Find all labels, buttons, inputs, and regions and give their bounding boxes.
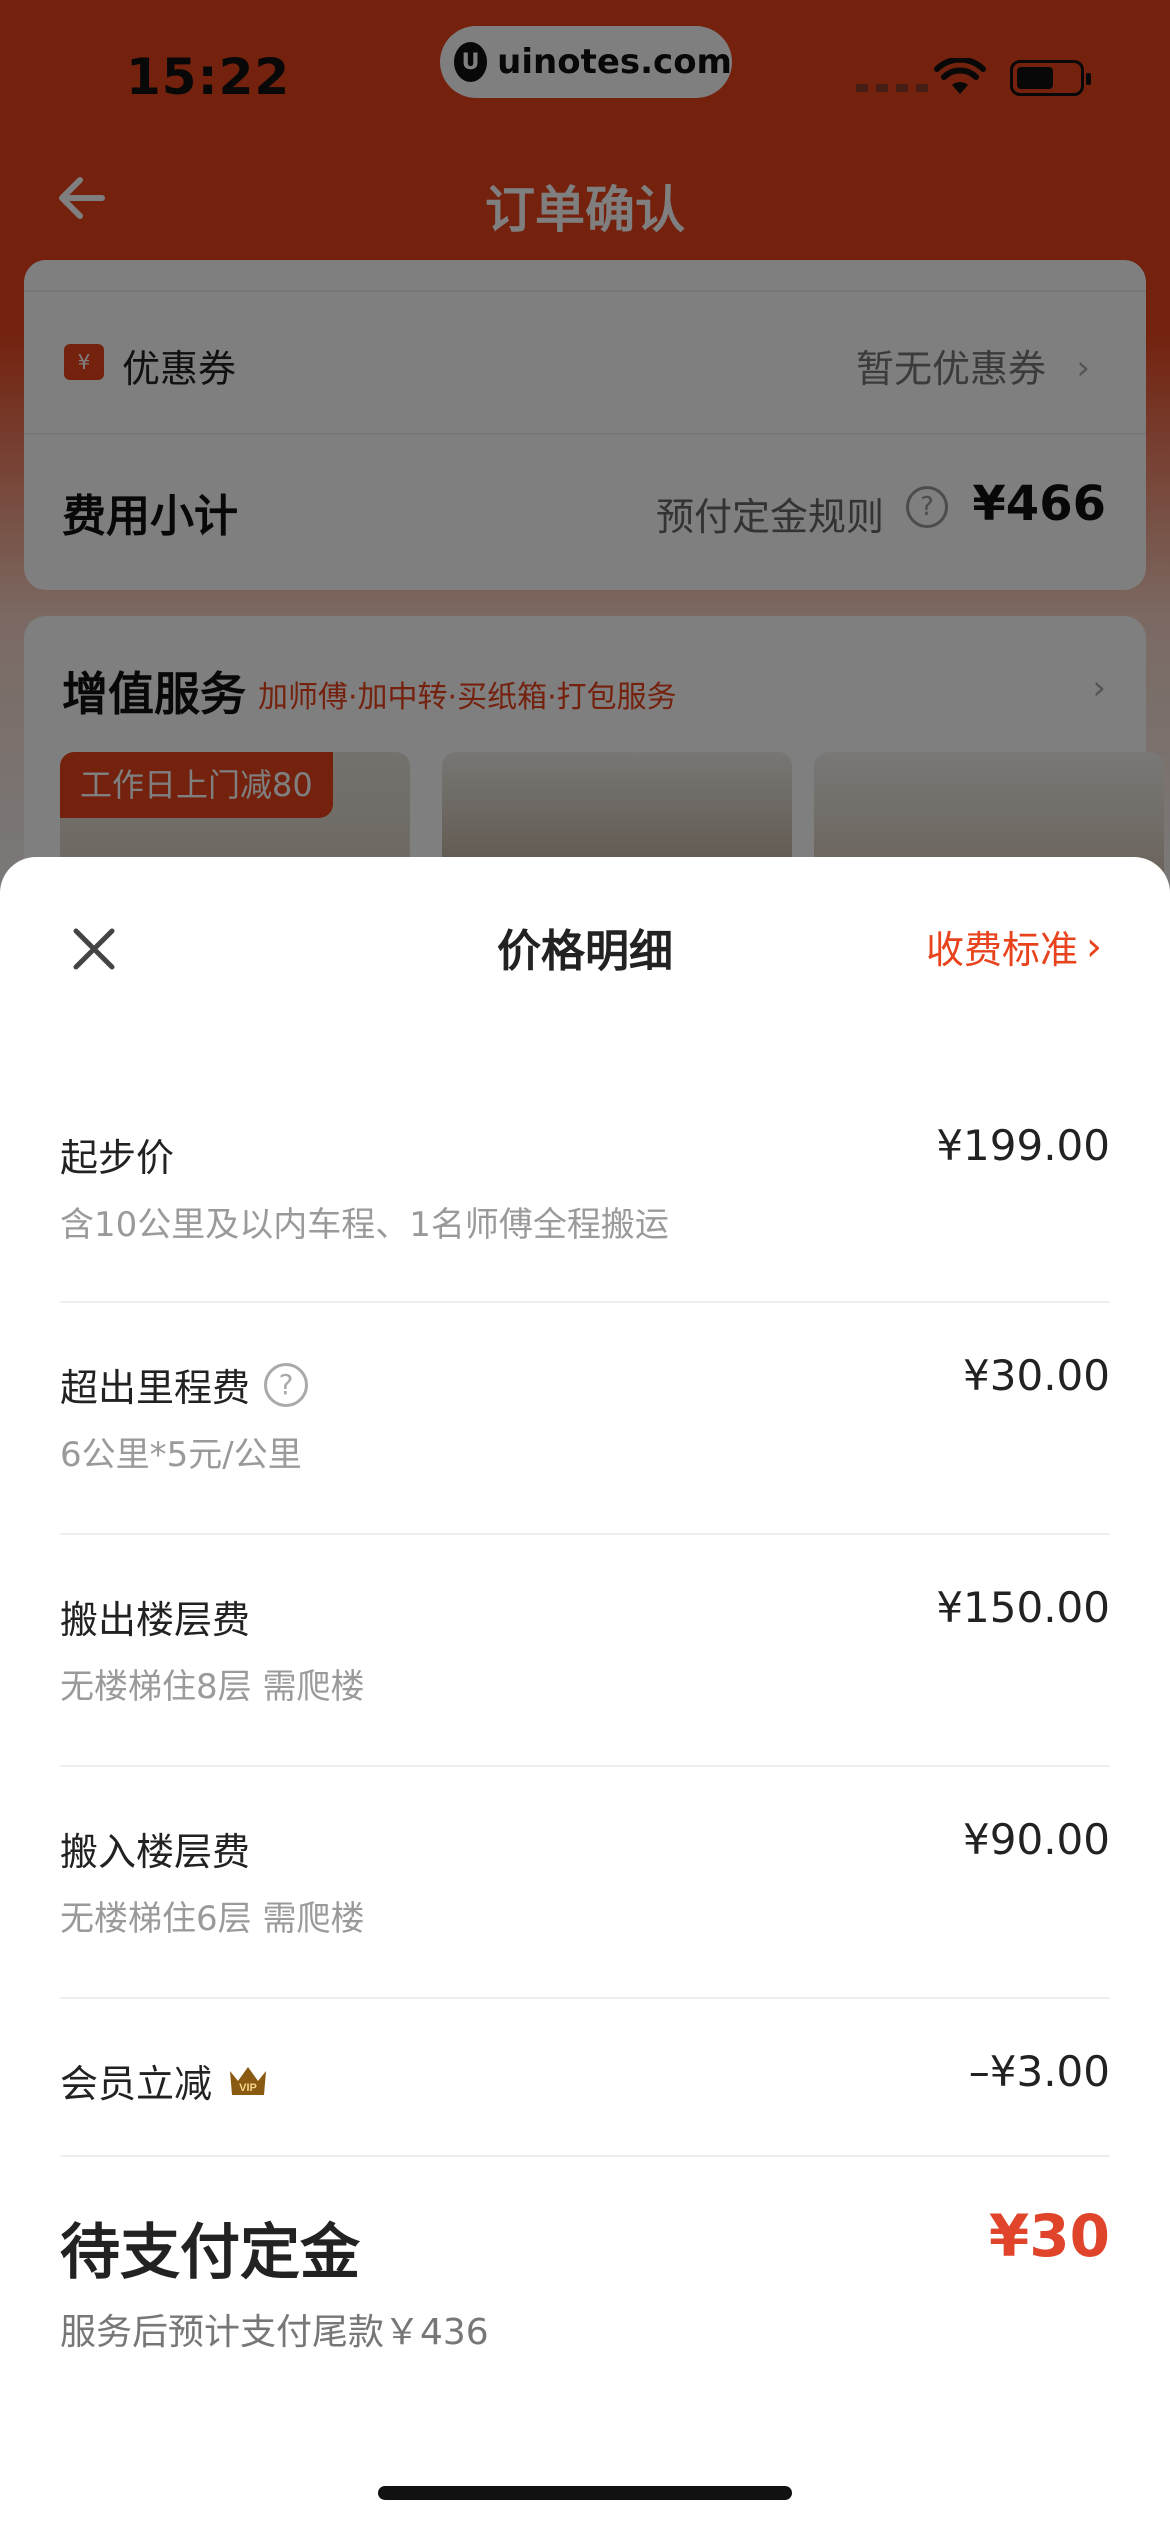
fee-desc: 无楼梯住8层 需爬楼 — [60, 1667, 365, 1707]
fee-name: 起步价 — [60, 1136, 175, 1180]
fee-desc: 无楼梯住6层 需爬楼 — [60, 1899, 365, 1939]
fee-desc: 含10公里及以内车程、1名师傅全程搬运 — [60, 1205, 669, 1245]
fee-amount: –¥3.00 — [968, 2047, 1110, 2096]
fee-row-carry-out-floor: 搬出楼层费 无楼梯住8层 需爬楼 ¥150.00 — [60, 1583, 1110, 1767]
help-icon[interactable]: ? — [264, 1362, 309, 1407]
fee-name: 会员立减 VIP — [60, 2053, 270, 2108]
svg-text:VIP: VIP — [239, 2082, 257, 2094]
home-indicator — [378, 2486, 792, 2500]
pricing-standard-link[interactable]: 收费标准 › — [926, 919, 1102, 974]
fee-amount: ¥30.00 — [963, 1351, 1110, 1400]
deposit-amount: ¥30 — [988, 2202, 1110, 2270]
fee-row-carry-in-floor: 搬入楼层费 无楼梯住6层 需爬楼 ¥90.00 — [60, 1815, 1110, 1999]
fee-row-extra-mileage: 超出里程费 ? 6公里*5元/公里 ¥30.00 — [60, 1351, 1110, 1535]
fee-desc: 6公里*5元/公里 — [60, 1435, 302, 1475]
chevron-right-icon: › — [1086, 923, 1102, 970]
balance-note: 服务后预计支付尾款￥436 — [60, 2312, 489, 2353]
vip-crown-icon: VIP — [230, 2066, 267, 2095]
pricing-standard-label: 收费标准 — [925, 928, 1078, 972]
fee-name: 搬出楼层费 — [60, 1598, 251, 1642]
fee-amount: ¥90.00 — [963, 1815, 1110, 1864]
price-detail-sheet: 价格明细 收费标准 › 起步价 含10公里及以内车程、1名师傅全程搬运 ¥199… — [0, 857, 1170, 2532]
fee-name: 超出里程费 ? — [60, 1357, 309, 1412]
fee-amount: ¥150.00 — [936, 1583, 1110, 1632]
fee-row-base: 起步价 含10公里及以内车程、1名师傅全程搬运 ¥199.00 — [60, 1121, 1110, 1303]
fee-amount: ¥199.00 — [936, 1121, 1110, 1170]
deposit-label: 待支付定金 — [60, 2218, 360, 2288]
fee-row-member-discount: 会员立减 VIP –¥3.00 — [60, 2047, 1110, 2157]
fee-name: 搬入楼层费 — [60, 1830, 251, 1874]
